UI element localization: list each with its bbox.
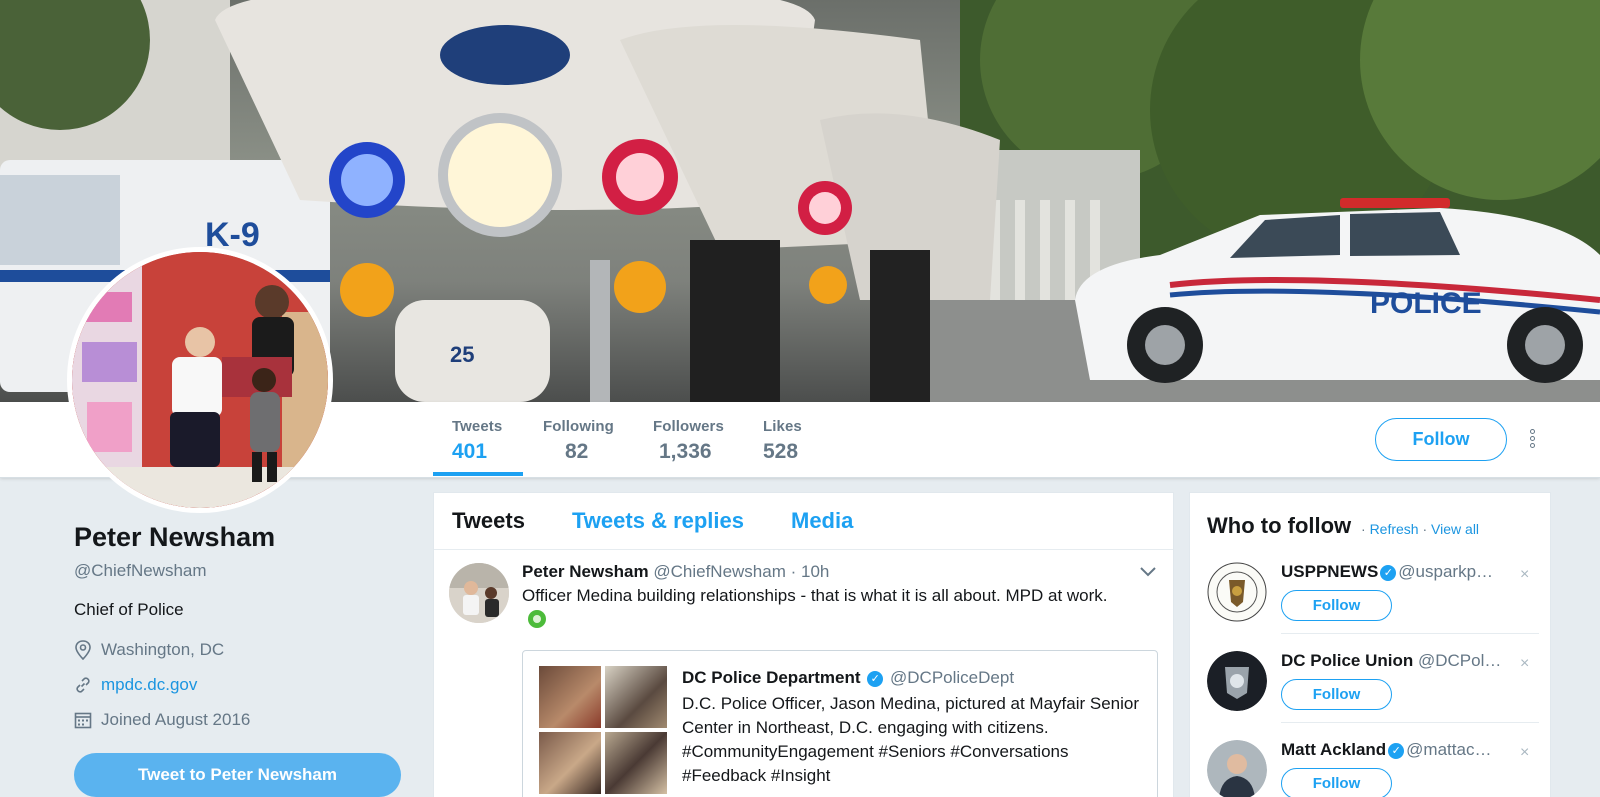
stat-likes-label: Likes (763, 418, 802, 435)
view-all-link[interactable]: View all (1431, 521, 1479, 537)
avatar-photo (72, 252, 328, 508)
divider (1281, 722, 1539, 723)
quoted-tweet-header: DC Police Department ✓ @DCPoliceDept (682, 668, 1014, 688)
suggestion-handle[interactable]: @DCPol… (1418, 651, 1501, 670)
emoji-icon (528, 610, 546, 628)
profile-name[interactable]: Peter Newsham (74, 522, 275, 553)
follow-button[interactable]: Follow (1375, 418, 1507, 461)
tweet-header: Peter Newsham @ChiefNewsham · 10h (522, 562, 829, 582)
suggestion-item: DC Police Union @DCPol… Follow × (1207, 651, 1539, 739)
link-icon (76, 677, 90, 693)
stat-likes-value: 528 (763, 440, 799, 463)
quoted-image-3[interactable] (539, 732, 601, 794)
suggestion-name-row: USPPNEWS ✓ @usparkp… (1281, 562, 1521, 582)
verified-badge-icon: ✓ (1380, 565, 1397, 581)
stat-tweets[interactable]: Tweets 401 (452, 418, 502, 464)
profile-joined: Joined August 2016 (74, 710, 250, 730)
suggestion-name[interactable]: Matt Ackland (1281, 740, 1386, 759)
separator-dot: · (1361, 521, 1366, 537)
quoted-tweet-images[interactable] (539, 666, 667, 794)
suggestion-follow-button[interactable]: Follow (1281, 590, 1392, 621)
suggestion-follow-button[interactable]: Follow (1281, 768, 1392, 797)
profile-website[interactable]: mpdc.dc.gov (74, 675, 197, 695)
verified-badge-icon: ✓ (1388, 743, 1405, 759)
usppnews-badge-avatar (1207, 562, 1267, 622)
more-options-icon[interactable] (1526, 428, 1538, 452)
tweet-author-avatar[interactable] (449, 563, 509, 623)
dc-police-union-avatar (1207, 651, 1267, 711)
profile-handle[interactable]: @ChiefNewsham (74, 561, 207, 581)
stat-following[interactable]: Following 82 (543, 418, 614, 464)
suggestion-avatar[interactable] (1207, 562, 1267, 622)
quoted-image-4[interactable] (605, 732, 667, 794)
tab-tweets-replies[interactable]: Tweets & replies (572, 508, 744, 534)
chevron-down-icon[interactable] (1139, 566, 1157, 578)
profile-location: Washington, DC (74, 640, 224, 660)
suggestion-handle[interactable]: @mattac… (1406, 740, 1491, 759)
banner-police-text: POLICE (1370, 287, 1482, 320)
tweet-author-handle[interactable]: @ChiefNewsham (653, 562, 786, 581)
stat-followers-label: Followers (653, 418, 724, 435)
calendar-icon (74, 712, 92, 729)
verified-badge-icon: ✓ (867, 671, 884, 687)
suggestion-avatar[interactable] (1207, 740, 1267, 797)
suggestion-follow-button[interactable]: Follow (1281, 679, 1392, 710)
suggestion-name[interactable]: DC Police Union (1281, 651, 1413, 670)
banner-bike-number: 25 (450, 342, 474, 367)
dismiss-icon[interactable]: × (1520, 744, 1529, 762)
refresh-link[interactable]: Refresh (1370, 521, 1419, 537)
active-stat-indicator (433, 472, 523, 476)
location-icon (75, 640, 91, 660)
profile-joined-text: Joined August 2016 (101, 710, 251, 729)
matt-ackland-avatar (1207, 740, 1267, 797)
divider (1281, 633, 1539, 634)
profile-location-text: Washington, DC (101, 640, 225, 659)
profile-bio: Chief of Police (74, 600, 184, 619)
stat-tweets-label: Tweets (452, 418, 503, 435)
stat-followers-value: 1,336 (659, 440, 712, 463)
profile-website-link[interactable]: mpdc.dc.gov (101, 675, 197, 695)
suggestion-name-row: DC Police Union @DCPol… (1281, 651, 1521, 671)
suggestion-handle[interactable]: @usparkp… (1398, 562, 1493, 581)
tweet-author-name[interactable]: Peter Newsham (522, 562, 649, 581)
tweet-avatar-photo (449, 563, 509, 623)
stat-following-label: Following (543, 418, 614, 435)
quoted-image-2[interactable] (605, 666, 667, 728)
suggestion-item: Matt Ackland ✓ @mattac… Follow × (1207, 740, 1539, 797)
dismiss-icon[interactable]: × (1520, 566, 1529, 584)
quoted-image-1[interactable] (539, 666, 601, 728)
timeline-tabs: Tweets Tweets & replies Media (434, 493, 1173, 550)
who-to-follow-title: Who to follow (1207, 513, 1352, 538)
stat-following-value: 82 (565, 440, 589, 463)
tab-media[interactable]: Media (791, 508, 853, 534)
stat-followers[interactable]: Followers 1,336 (653, 418, 724, 464)
tab-tweets[interactable]: Tweets (452, 508, 525, 534)
tweet-text: Officer Medina building relationships - … (522, 586, 1108, 605)
profile-avatar[interactable] (67, 247, 333, 513)
stat-likes[interactable]: Likes 528 (763, 418, 802, 464)
who-to-follow-actions: · Refresh · View all (1361, 521, 1479, 537)
quoted-author-name[interactable]: DC Police Department (682, 668, 861, 687)
suggestion-name-row: Matt Ackland ✓ @mattac… (1281, 740, 1521, 760)
tweet-to-button[interactable]: Tweet to Peter Newsham (74, 753, 401, 797)
suggestion-avatar[interactable] (1207, 651, 1267, 711)
suggestion-name[interactable]: USPPNEWS (1281, 562, 1378, 581)
quoted-author-handle[interactable]: @DCPoliceDept (890, 668, 1014, 687)
dismiss-icon[interactable]: × (1520, 655, 1529, 673)
suggestion-item: USPPNEWS ✓ @usparkp… Follow × (1207, 562, 1539, 650)
tweet-time[interactable]: · 10h (791, 562, 830, 581)
separator-dot: · (1422, 521, 1428, 537)
stat-tweets-value: 401 (452, 440, 488, 463)
quoted-tweet-text: D.C. Police Officer, Jason Medina, pictu… (682, 694, 1139, 785)
